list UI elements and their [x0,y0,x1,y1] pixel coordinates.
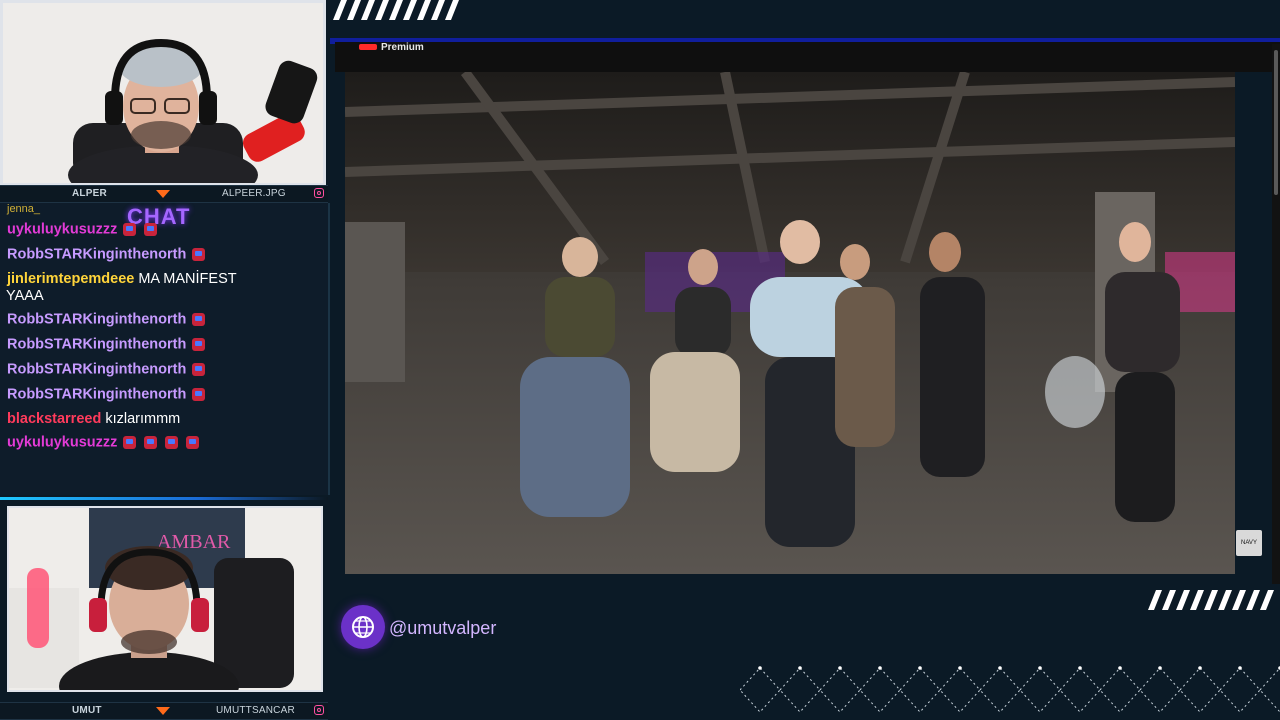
chat-message: RobbSTARKinginthenorth [7,336,213,353]
cam-top-name: ALPER [72,188,107,199]
chat-message: jinlerimtepemdeee MA MANİFEST [7,271,237,288]
chat-message: uykuluykusuzzz [7,221,165,238]
chat-message: RobbSTARKinginthenorth [7,386,213,403]
hatch-decoration [1148,590,1274,610]
emote-icon [165,435,179,449]
browser-scrollbar[interactable] [1272,44,1280,584]
chat-username[interactable]: RobbSTARKinginthenorth [7,246,186,262]
chat-username[interactable]: RobbSTARKinginthenorth [7,311,186,327]
cam-bottom-label-bar: UMUT UMUTTSANCAR [0,702,328,720]
chat-message: RobbSTARKinginthenorth [7,246,213,263]
divider [0,497,328,500]
social-handle: @umutvalper [389,618,497,638]
globe-icon [341,605,385,649]
chat-badges [123,221,165,238]
emote-icon [123,435,137,449]
chat-badges [123,434,207,451]
chat-message: uykuluykusuzzz [7,434,207,451]
emote-icon [192,362,206,376]
cam-top-handle: ALPEER.JPG [222,188,286,199]
chat-message: blackstarreed kızlarımmm [7,411,180,428]
webcam-bottom: AMBAR [7,506,323,692]
chevron-down-icon [156,707,170,715]
cam-bottom-name: UMUT [72,705,102,716]
youtube-premium-label: Premium [381,42,424,53]
chat-partial-line: jenna_ [7,203,41,215]
emote-icon [192,247,206,261]
emote-icon [144,435,158,449]
emote-icon [123,222,137,236]
emote-icon [186,435,200,449]
chat-badges [192,336,213,353]
chat-text: MA MANİFEST [138,271,237,287]
chat-username[interactable]: RobbSTARKinginthenorth [7,386,186,402]
streamer-alper-image [3,3,323,183]
webcam-top [0,0,326,186]
emote-icon [192,387,206,401]
chat-username[interactable]: jinlerimtepemdeee [7,271,134,287]
chat-username[interactable]: RobbSTARKinginthenorth [7,336,186,352]
chat-username[interactable]: RobbSTARKinginthenorth [7,361,186,377]
chat-badges [192,386,213,403]
instagram-icon [314,705,324,715]
chat-message: RobbSTARKinginthenorth [7,361,213,378]
chat-username[interactable]: uykuluykusuzzz [7,221,117,237]
video-frame-image [345,72,1235,574]
chat-badges [192,311,213,328]
youtube-logo-icon [359,44,377,50]
diamond-pattern [740,666,1280,713]
emote-icon [192,337,206,351]
cam-bottom-handle: UMUTTSANCAR [216,705,295,716]
emote-icon [144,222,158,236]
streamer-umut-image: AMBAR [9,508,321,690]
video-watermark: NAVY [1236,530,1262,556]
chat-badges [192,361,213,378]
chevron-down-icon [156,190,170,198]
chat-username[interactable]: uykuluykusuzzz [7,434,117,450]
chat-username[interactable]: blackstarreed [7,411,101,427]
chat-text-continued: YAAA [6,288,44,304]
emote-icon [192,312,206,326]
chat-message: RobbSTARKinginthenorth [7,311,213,328]
browser-chrome: Premium [335,42,1280,72]
instagram-icon [314,188,324,198]
video-player[interactable] [345,72,1235,574]
chat-badges [192,246,213,263]
hatch-decoration [333,0,459,20]
scrollbar-thumb[interactable] [1274,50,1278,195]
chat-text: kızlarımmm [105,411,181,427]
cam-top-label-bar: ALPER ALPEER.JPG [0,185,328,203]
